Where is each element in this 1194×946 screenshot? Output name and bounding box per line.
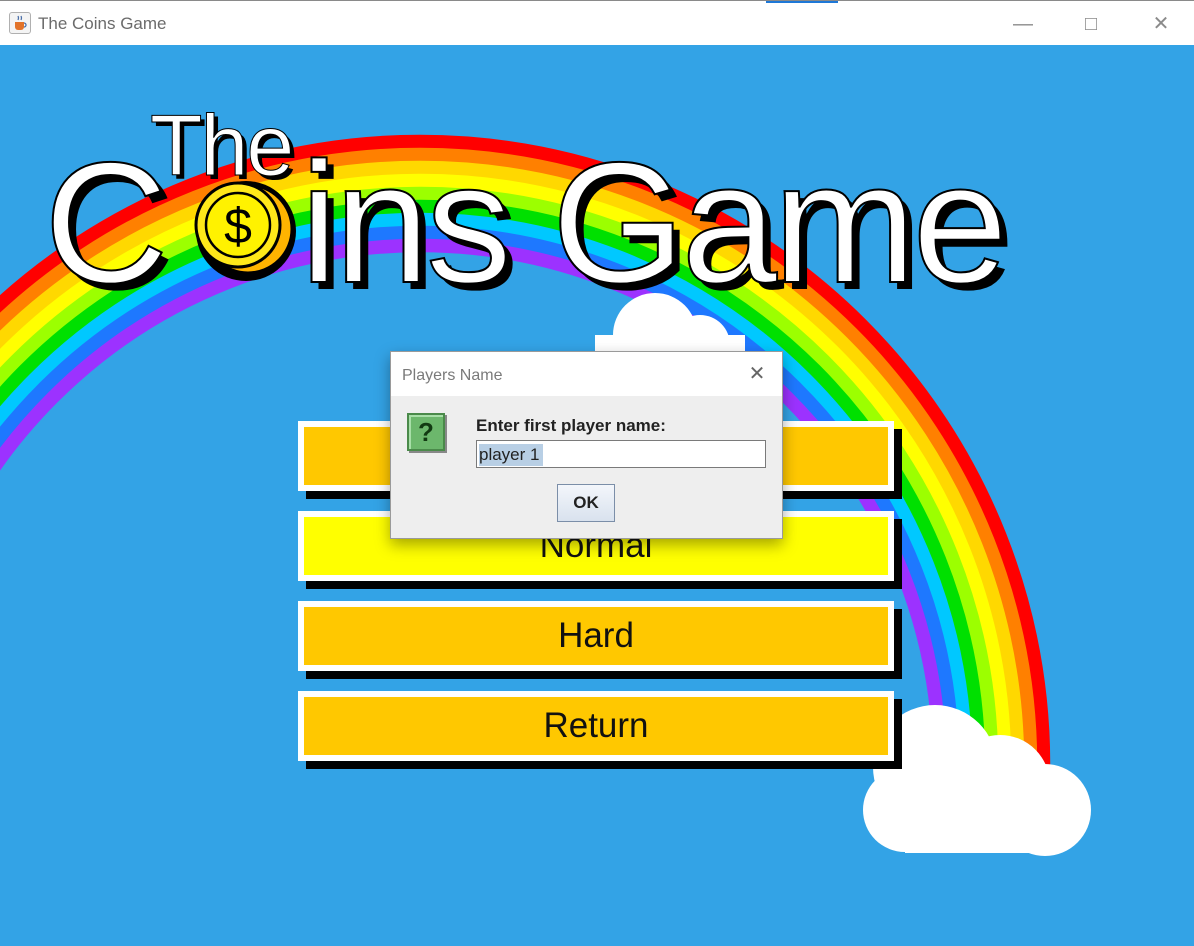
window-title: The Coins Game: [38, 14, 167, 33]
dialog-close-icon[interactable]: ✕: [744, 361, 770, 387]
java-app-icon[interactable]: [9, 12, 31, 34]
dialog-prompt: Enter first player name:: [476, 416, 666, 435]
coffee-cup-icon: [15, 15, 27, 30]
maximize-button[interactable]: □: [1068, 9, 1114, 39]
logo-the: The: [149, 98, 294, 194]
close-button[interactable]: ✕: [1138, 9, 1184, 39]
logo-letter-c: C: [43, 127, 169, 319]
titlebar-accent: [766, 1, 838, 3]
question-icon: ?: [407, 413, 445, 451]
window-titlebar: The Coins Game — □ ✕: [0, 0, 1194, 45]
minimize-button[interactable]: —: [1000, 9, 1046, 39]
return-button[interactable]: Return: [298, 691, 894, 761]
logo-coins-game: ins Game: [299, 127, 1009, 319]
coin-symbol: $: [224, 198, 252, 254]
coin-icon: $: [194, 181, 296, 281]
dialog-titlebar: Players Name ✕: [391, 352, 782, 396]
ok-button[interactable]: OK: [557, 484, 615, 522]
player-name-value[interactable]: player 1: [479, 444, 544, 466]
hard-button[interactable]: Hard: [298, 601, 894, 671]
cloud-bottom-right: [863, 705, 1091, 856]
dialog-title: Players Name: [402, 367, 503, 384]
players-name-dialog: Players Name ✕ ? Enter first player name…: [390, 351, 783, 539]
